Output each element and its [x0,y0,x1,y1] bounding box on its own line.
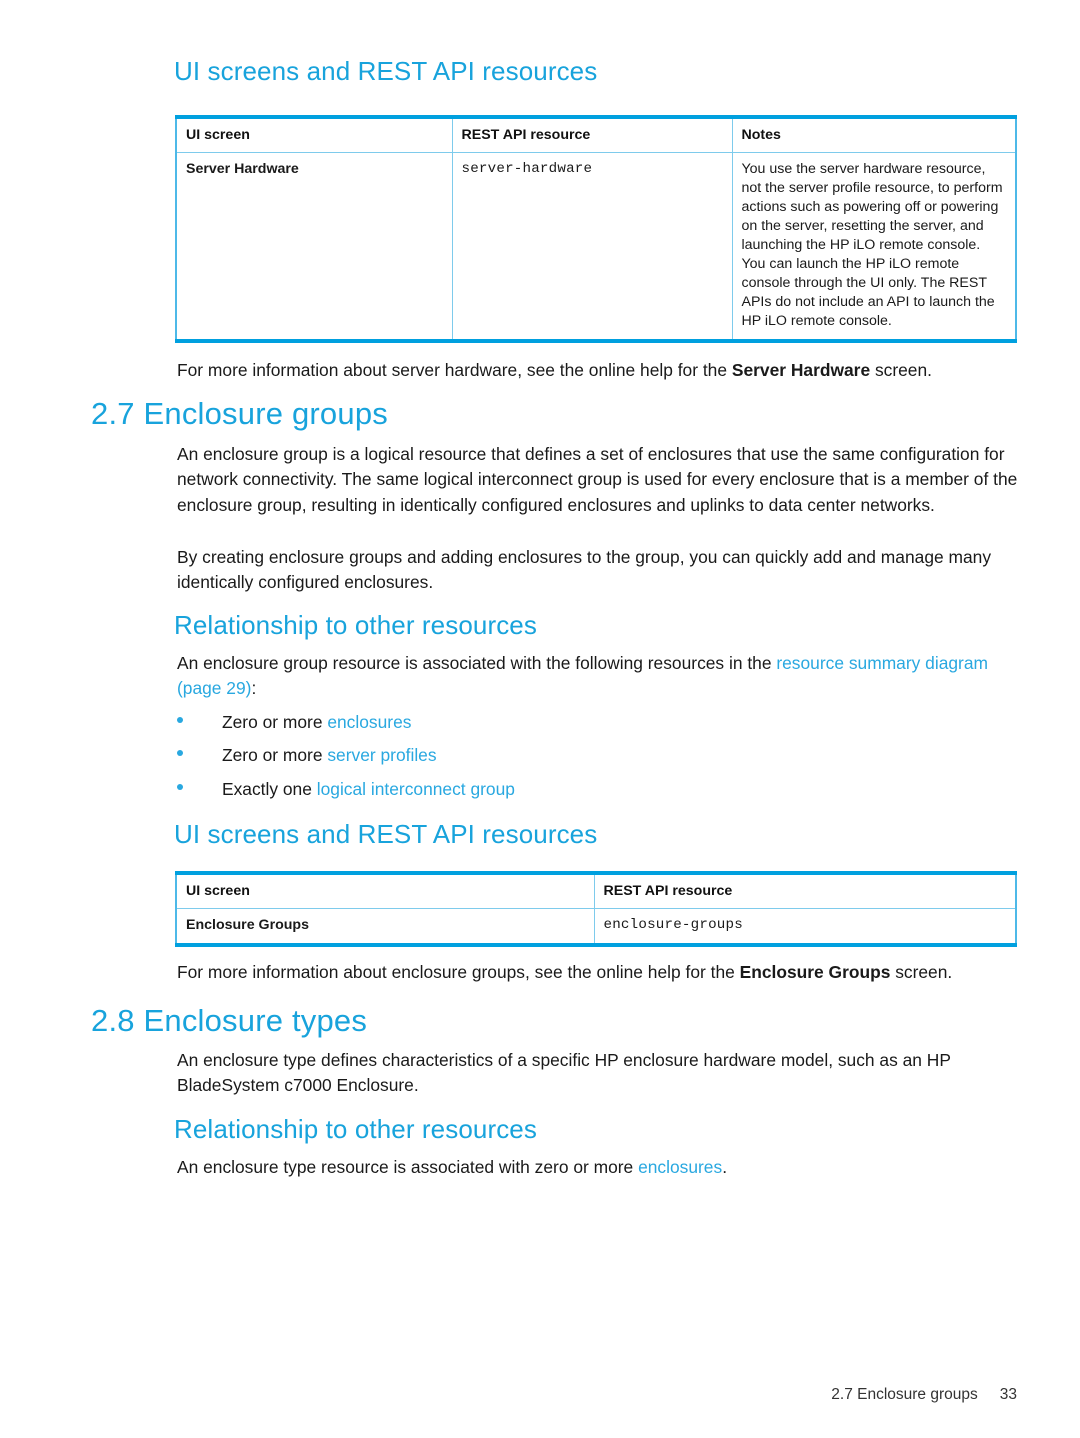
table-enclosure-groups: UI screen REST API resource Enclosure Gr… [175,871,1017,947]
column-header-ui-screen: UI screen [175,872,595,909]
text-bold-server-hardware: Server Hardware [731,360,871,380]
bullet-dot-icon [177,784,183,790]
heading-relationship-to-other-resources-2: Relationship to other resources [174,1114,537,1144]
document-page: UI screens and REST API resources UI scr… [0,0,1080,1438]
list-item: Exactly one logical interconnect group [177,778,1022,800]
text-post: screen. [890,962,953,982]
paragraph-enclosure-type-association: An enclosure type resource is associated… [177,1155,1022,1180]
list-item-text: Exactly one logical interconnect group [222,778,1022,800]
cell-ui-screen: Enclosure Groups [175,908,595,946]
footer-section-label: 2.7 Enclosure groups [831,1386,978,1403]
paragraph-more-info-enclosure-groups: For more information about enclosure gro… [177,960,1022,985]
cell-ui-screen: Server Hardware [175,152,453,342]
cell-rest-api-resource: server-hardware [451,152,733,342]
table-header-row: UI screen REST API resource [175,872,1017,909]
list-item: Zero or more server profiles [177,744,1022,766]
text-pre: An enclosure group resource is associate… [177,653,777,673]
text-bold-enclosure-groups: Enclosure Groups [739,962,891,982]
cell-notes: You use the server hardware resource, no… [731,152,1017,342]
list-item-text: Zero or more server profiles [222,744,1022,766]
link-enclosures[interactable]: enclosures [327,712,411,732]
text-pre: For more information about server hardwa… [177,360,732,380]
list-item-text: Zero or more enclosures [222,711,1022,733]
footer-page-number: 33 [999,1386,1017,1403]
text-post: . [722,1157,728,1177]
paragraph-enclosure-type-definition: An enclosure type defines characteristic… [177,1050,951,1096]
text-post: : [251,678,257,699]
paragraph-enclosure-group-definition: An enclosure group is a logical resource… [177,444,1018,515]
heading-ui-screens-rest-api-2: UI screens and REST API resources [174,819,598,849]
cell-rest-api-resource: enclosure-groups [593,908,1017,946]
column-header-notes: Notes [731,116,1017,153]
paragraph-associated-intro: An enclosure group resource is associate… [177,651,1022,702]
table-row: Enclosure Groups enclosure-groups [175,908,1017,946]
text-pre: Exactly one [222,779,317,799]
heading-relationship-to-other-resources-1: Relationship to other resources [174,610,537,640]
link-server-profiles[interactable]: server profiles [327,745,436,765]
link-enclosures[interactable]: enclosures [638,1157,722,1177]
column-header-rest-api-resource: REST API resource [451,116,733,153]
bullet-dot-icon [177,750,183,756]
page-footer: 2.7 Enclosure groups 33 [831,1386,1017,1404]
text-post: screen. [870,360,932,380]
text-pre: Zero or more [222,745,328,765]
heading-section-2-8-enclosure-types: 2.8 Enclosure types [91,1003,368,1038]
text-pre: For more information about enclosure gro… [177,962,740,982]
column-header-rest-api-resource: REST API resource [593,872,1017,909]
bullet-dot-icon [177,717,183,723]
text-pre: Zero or more [222,712,328,732]
table-header-row: UI screen REST API resource Notes [175,116,1017,153]
paragraph-more-info-server-hardware: For more information about server hardwa… [177,358,1022,383]
heading-section-2-7-enclosure-groups: 2.7 Enclosure groups [91,396,388,431]
table-server-hardware: UI screen REST API resource Notes Server… [175,115,1017,343]
list-item: Zero or more enclosures [177,711,1022,733]
paragraph-enclosure-group-creating: By creating enclosure groups and adding … [177,547,992,593]
table-row: Server Hardware server-hardware You use … [175,152,1017,342]
heading-ui-screens-rest-api-1: UI screens and REST API resources [174,56,598,86]
link-logical-interconnect-group[interactable]: logical interconnect group [317,779,515,799]
text-pre: An enclosure type resource is associated… [177,1157,639,1177]
column-header-ui-screen: UI screen [175,116,453,153]
